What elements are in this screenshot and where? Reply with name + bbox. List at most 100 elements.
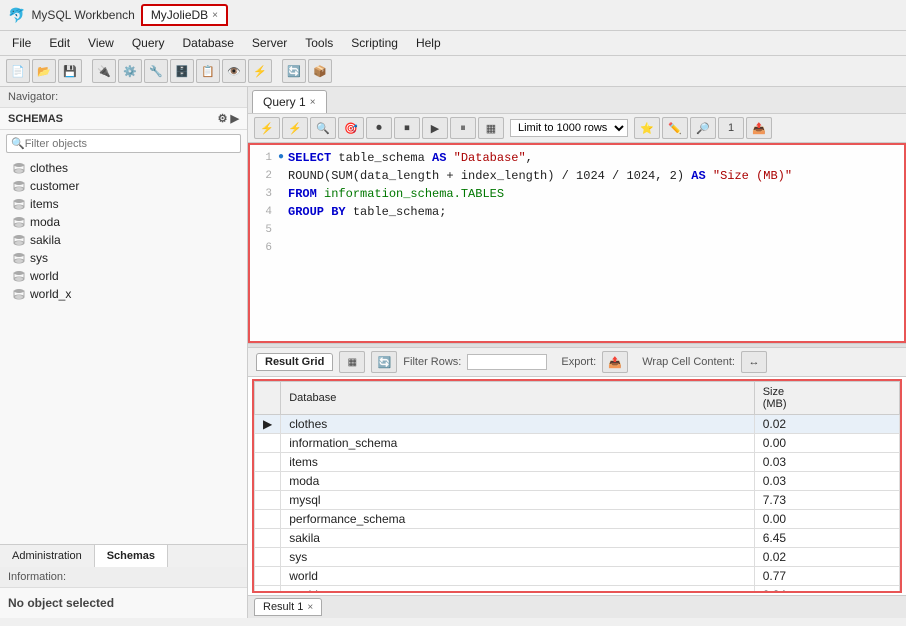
- row-db: information_schema: [281, 434, 754, 453]
- filter-input[interactable]: [25, 138, 236, 150]
- qt-pause[interactable]: ⏸: [450, 117, 476, 139]
- schema-item-clothes[interactable]: clothes: [0, 159, 247, 177]
- toolbar-view[interactable]: 👁️: [222, 59, 246, 83]
- menu-help[interactable]: Help: [408, 33, 449, 53]
- result-grid-label: Result Grid: [265, 356, 324, 368]
- menu-edit[interactable]: Edit: [41, 33, 78, 53]
- table-row: ▶ clothes 0.02: [255, 415, 900, 434]
- db-icon-world: [12, 269, 26, 283]
- row-db: sys: [281, 548, 754, 567]
- toolbar-migrate[interactable]: 🔄: [282, 59, 306, 83]
- table-row: sakila 6.45: [255, 529, 900, 548]
- schema-name-moda: moda: [30, 215, 60, 229]
- row-arrow-cell: [255, 548, 281, 567]
- toolbar-connect[interactable]: 🔌: [92, 59, 116, 83]
- col-arrow: [255, 382, 281, 415]
- qt-lightning[interactable]: ⚡: [254, 117, 280, 139]
- db-icon-customer: [12, 179, 26, 193]
- result-toolbar: Result Grid ▦ 🔄 Filter Rows: Export: 📤 W…: [248, 348, 906, 377]
- result-refresh-icon[interactable]: 🔄: [371, 351, 397, 373]
- qt-grid[interactable]: ▦: [478, 117, 504, 139]
- qt-lightning2[interactable]: ⚡: [282, 117, 308, 139]
- result-table-container: Database Size(MB) ▶ clothes 0.02 informa…: [252, 379, 902, 593]
- menu-tools[interactable]: Tools: [297, 33, 341, 53]
- schema-item-sakila[interactable]: sakila: [0, 231, 247, 249]
- wrap-icon[interactable]: ↔: [741, 351, 767, 373]
- db-tab[interactable]: MyJolieDB ×: [141, 4, 228, 26]
- qt-target[interactable]: 🎯: [338, 117, 364, 139]
- sql-editor[interactable]: 1 ● SELECT table_schema AS "Database", 2…: [248, 143, 906, 343]
- result-grid-tab[interactable]: Result Grid: [256, 353, 333, 371]
- row-arrow-cell: [255, 472, 281, 491]
- schemas-header: SCHEMAS ⚙ ▶: [0, 108, 247, 130]
- editor-line-4: 4 GROUP BY table_schema;: [254, 203, 900, 221]
- sidebar-tabs: Administration Schemas: [0, 544, 247, 567]
- toolbar-table[interactable]: 📋: [196, 59, 220, 83]
- menu-bar: File Edit View Query Database Server Too…: [0, 31, 906, 56]
- qt-record[interactable]: ⏺: [366, 117, 392, 139]
- table-row: moda 0.03: [255, 472, 900, 491]
- col-database: Database: [281, 382, 754, 415]
- qt-num[interactable]: 1: [718, 117, 744, 139]
- toolbar-disconnect[interactable]: ⚙️: [118, 59, 142, 83]
- result-tab-close[interactable]: ×: [307, 602, 313, 613]
- qt-star[interactable]: ⭐: [634, 117, 660, 139]
- menu-scripting[interactable]: Scripting: [343, 33, 406, 53]
- main-toolbar: 📄 📂 💾 🔌 ⚙️ 🔧 🗄️ 📋 👁️ ⚡ 🔄 📦: [0, 56, 906, 87]
- toolbar-save[interactable]: 💾: [58, 59, 82, 83]
- schemas-icon-2: ▶: [231, 112, 239, 125]
- toolbar-schema[interactable]: 🗄️: [170, 59, 194, 83]
- table-row: information_schema 0.00: [255, 434, 900, 453]
- qt-search[interactable]: 🔍: [310, 117, 336, 139]
- schema-item-customer[interactable]: customer: [0, 177, 247, 195]
- result-table-header: Database Size(MB): [255, 382, 900, 415]
- content-area: Query 1 × ⚡ ⚡ 🔍 🎯 ⏺ ⏹ ▶ ⏸ ▦ Limit to 100…: [248, 87, 906, 618]
- qt-play[interactable]: ▶: [422, 117, 448, 139]
- menu-database[interactable]: Database: [175, 33, 242, 53]
- no-object-text: No object selected: [0, 588, 247, 618]
- schema-name-clothes: clothes: [30, 161, 68, 175]
- toolbar-proc[interactable]: ⚡: [248, 59, 272, 83]
- filter-rows-input[interactable]: [467, 354, 547, 370]
- limit-select[interactable]: Limit to 1000 rows: [510, 119, 628, 137]
- qt-export[interactable]: 📤: [746, 117, 772, 139]
- editor-line-3: 3 FROM information_schema.TABLES: [254, 185, 900, 203]
- qt-magnify[interactable]: 🔎: [690, 117, 716, 139]
- schema-item-worldx[interactable]: world_x: [0, 285, 247, 303]
- tab-schemas[interactable]: Schemas: [95, 545, 168, 567]
- db-icon-sakila: [12, 233, 26, 247]
- menu-query[interactable]: Query: [124, 33, 173, 53]
- qt-stop[interactable]: ⏹: [394, 117, 420, 139]
- row-arrow-cell: [255, 567, 281, 586]
- schema-item-items[interactable]: items: [0, 195, 247, 213]
- app-icon: 🐬: [8, 7, 25, 24]
- schema-item-sys[interactable]: sys: [0, 249, 247, 267]
- row-arrow-cell: [255, 453, 281, 472]
- menu-view[interactable]: View: [80, 33, 122, 53]
- toolbar-settings[interactable]: 🔧: [144, 59, 168, 83]
- menu-file[interactable]: File: [4, 33, 39, 53]
- toolbar-backup[interactable]: 📦: [308, 59, 332, 83]
- result-grid-icon[interactable]: ▦: [339, 351, 365, 373]
- row-size: 0.03: [754, 472, 899, 491]
- toolbar-open[interactable]: 📂: [32, 59, 56, 83]
- row-size: 0.02: [754, 548, 899, 567]
- row-size: 6.45: [754, 529, 899, 548]
- qt-edit[interactable]: ✏️: [662, 117, 688, 139]
- information-label: Information:: [0, 567, 247, 588]
- editor-line-1: 1 ● SELECT table_schema AS "Database",: [254, 149, 900, 167]
- schema-item-world[interactable]: world: [0, 267, 247, 285]
- db-tab-close[interactable]: ×: [212, 10, 218, 21]
- query-tab-1[interactable]: Query 1 ×: [252, 90, 327, 113]
- editor-line-2: 2 ROUND(SUM(data_length + index_length) …: [254, 167, 900, 185]
- export-icon[interactable]: 📤: [602, 351, 628, 373]
- query-tab-close[interactable]: ×: [310, 97, 316, 108]
- schema-item-moda[interactable]: moda: [0, 213, 247, 231]
- navigator-label: Navigator:: [0, 87, 247, 108]
- menu-server[interactable]: Server: [244, 33, 295, 53]
- tab-administration[interactable]: Administration: [0, 545, 95, 567]
- toolbar-new[interactable]: 📄: [6, 59, 30, 83]
- row-size: 0.84: [754, 586, 899, 594]
- result-tab-1[interactable]: Result 1 ×: [254, 598, 322, 616]
- filter-box[interactable]: 🔍: [6, 134, 241, 153]
